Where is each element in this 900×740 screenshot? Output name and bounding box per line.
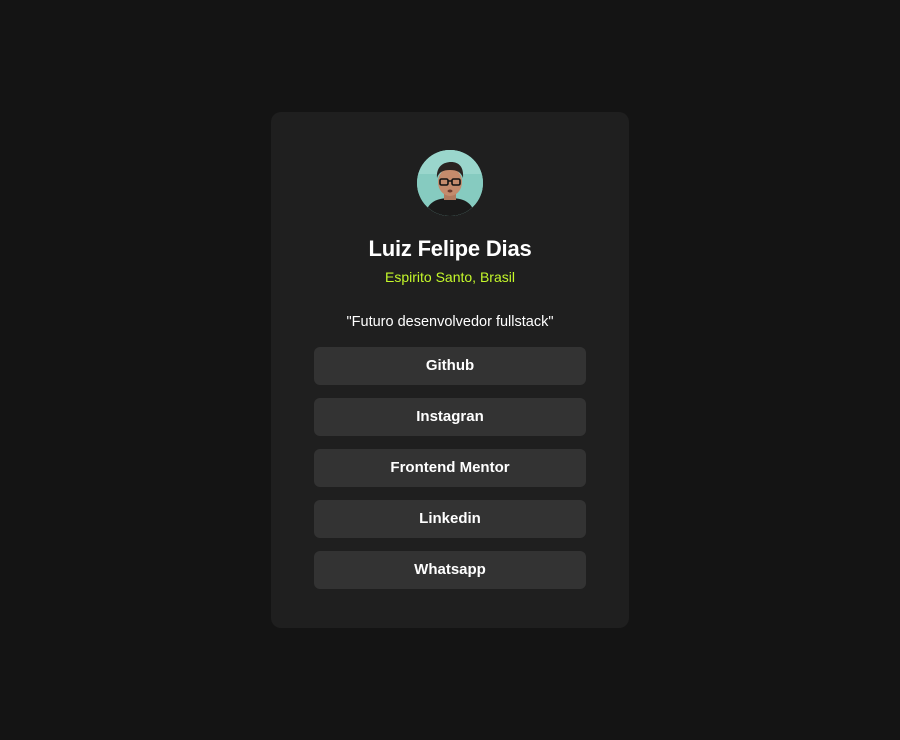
links-list: Github Instagran Frontend Mentor Linkedi… xyxy=(314,347,586,589)
profile-name: Luiz Felipe Dias xyxy=(368,236,532,261)
github-link-button[interactable]: Github xyxy=(314,347,586,385)
avatar-photo-icon xyxy=(417,150,483,216)
whatsapp-link-button[interactable]: Whatsapp xyxy=(314,551,586,589)
avatar xyxy=(417,150,483,216)
frontend-mentor-link-button[interactable]: Frontend Mentor xyxy=(314,449,586,487)
instagram-link-button[interactable]: Instagran xyxy=(314,398,586,436)
linkedin-link-button[interactable]: Linkedin xyxy=(314,500,586,538)
profile-card: Luiz Felipe Dias Espirito Santo, Brasil … xyxy=(271,112,629,628)
profile-bio: "Futuro desenvolvedor fullstack" xyxy=(346,314,554,330)
profile-location: Espirito Santo, Brasil xyxy=(385,269,515,285)
